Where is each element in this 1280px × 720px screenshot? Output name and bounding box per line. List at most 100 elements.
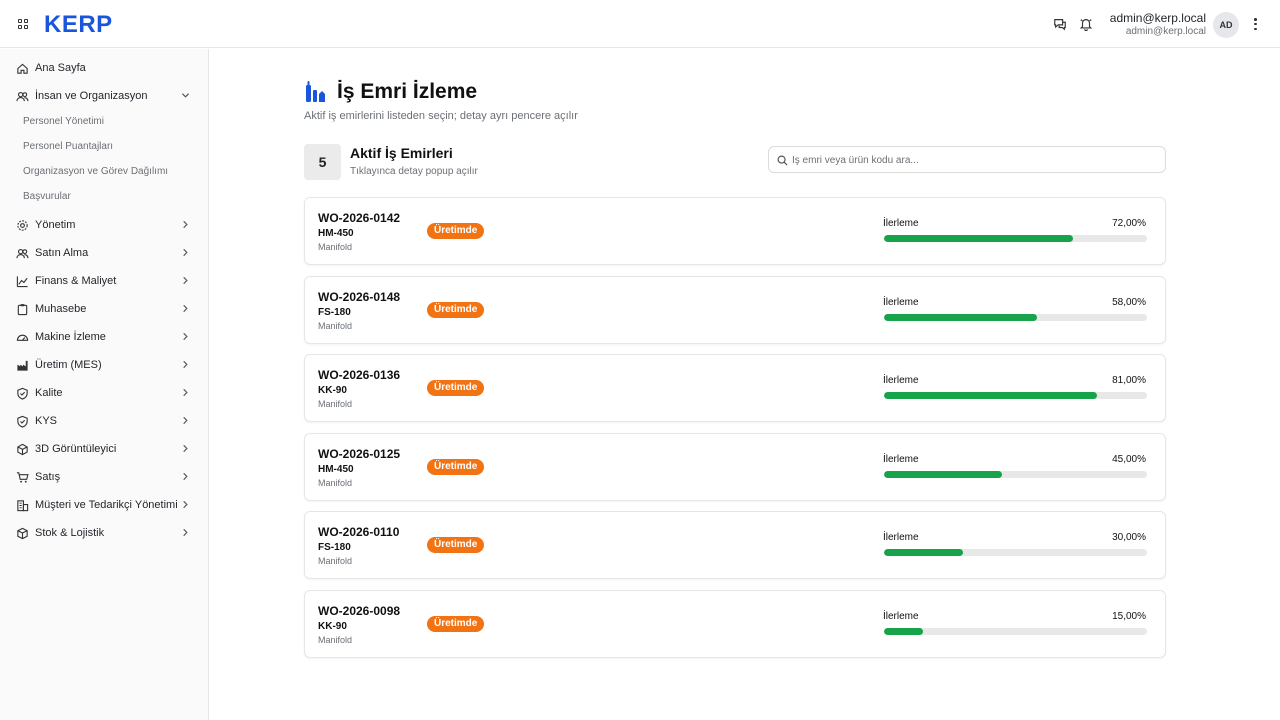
- product-type: Manifold: [318, 478, 353, 488]
- app-logo[interactable]: KERP: [44, 11, 113, 39]
- sidebar-item[interactable]: Satış: [0, 463, 208, 491]
- list-subtitle: Tıklayınca detay popup açılır: [350, 166, 478, 177]
- sidebar-subitem[interactable]: Başvurular: [23, 189, 71, 205]
- work-order-card[interactable]: WO-2026-0136 KK-90 Manifold Üretimde İlerlem…: [304, 354, 1166, 422]
- progress-label: İlerleme: [883, 375, 919, 386]
- list-title: Aktif İş Emirleri: [350, 145, 453, 161]
- sidebar: Ana Sayfa İnsan ve Organizasyon Yönetim Sat…: [0, 49, 209, 720]
- progress-value: 58,00%: [1112, 297, 1146, 308]
- sidebar-subitem[interactable]: Personel Puantajları: [23, 139, 113, 155]
- chevron-right-icon[interactable]: [181, 500, 190, 509]
- sidebar-item[interactable]: Stok & Lojistik: [0, 519, 208, 547]
- bell-icon[interactable]: [1079, 17, 1093, 31]
- progress-value: 81,00%: [1112, 375, 1146, 386]
- building-icon: [17, 499, 29, 511]
- sidebar-item-label: KYS: [35, 415, 58, 427]
- sidebar-item-label: Satın Alma: [35, 247, 89, 259]
- sidebar-item[interactable]: Makine İzleme: [0, 323, 208, 351]
- status-badge: Üretimde: [427, 537, 485, 553]
- sidebar-item[interactable]: Muhasebe: [0, 295, 208, 323]
- product-type: Manifold: [318, 556, 353, 566]
- chevron-right-icon[interactable]: [181, 304, 190, 313]
- user-email: admin@kerp.local: [1125, 26, 1206, 37]
- chevron-right-icon[interactable]: [181, 416, 190, 425]
- work-order-id: WO-2026-0110: [318, 525, 400, 539]
- work-order-card[interactable]: WO-2026-0098 KK-90 Manifold Üretimde İlerlem…: [304, 590, 1166, 658]
- progress-bar-fill: [884, 471, 1003, 478]
- sidebar-item-label: 3D Görüntüleyici: [35, 443, 117, 455]
- grid-icon[interactable]: [18, 19, 28, 29]
- progress-bar-fill: [884, 314, 1037, 321]
- sidebar-item[interactable]: Satın Alma: [0, 239, 208, 267]
- product-code: FS-180: [318, 542, 351, 553]
- chevron-right-icon[interactable]: [181, 220, 190, 229]
- gear-icon: [17, 219, 28, 231]
- sidebar-item[interactable]: Kalite: [0, 379, 208, 407]
- sidebar-item[interactable]: Finans & Maliyet: [0, 267, 208, 295]
- chevron-right-icon[interactable]: [181, 248, 190, 257]
- progress-bar: [884, 549, 1147, 556]
- work-order-id: WO-2026-0125: [318, 447, 401, 461]
- progress-value: 15,00%: [1112, 611, 1146, 622]
- sidebar-item-label: Müşteri ve Tedarikçi Yönetimi: [35, 499, 178, 511]
- sidebar-subitem[interactable]: Organizasyon ve Görev Dağılımı: [23, 164, 168, 180]
- sidebar-item[interactable]: İnsan ve Organizasyon: [0, 82, 208, 110]
- factory-tool-icon: [306, 81, 325, 102]
- user-info[interactable]: admin@kerp.local admin@kerp.local: [1110, 11, 1206, 38]
- shield-check-icon: [17, 387, 28, 400]
- search-input[interactable]: [792, 151, 1152, 169]
- user-name: admin@kerp.local: [1109, 11, 1206, 25]
- more-vertical-icon[interactable]: [1254, 18, 1258, 30]
- product-code: HM-450: [318, 228, 354, 239]
- avatar[interactable]: AD: [1213, 12, 1239, 38]
- work-order-id: WO-2026-0142: [318, 211, 401, 225]
- chat-icon[interactable]: [1053, 17, 1067, 31]
- chart-line-icon: [16, 275, 28, 287]
- active-count-badge: 5: [304, 144, 341, 180]
- status-badge: Üretimde: [427, 616, 485, 632]
- progress-value: 30,00%: [1112, 532, 1146, 543]
- sidebar-subitem[interactable]: Personel Yönetimi: [23, 114, 104, 130]
- search-box: [768, 146, 1166, 173]
- sidebar-item[interactable]: Müşteri ve Tedarikçi Yönetimi: [0, 491, 208, 519]
- work-order-id: WO-2026-0098: [318, 604, 401, 618]
- work-order-id: WO-2026-0136: [318, 368, 401, 382]
- chevron-right-icon[interactable]: [181, 472, 190, 481]
- cart-icon: [16, 471, 29, 483]
- work-order-card[interactable]: WO-2026-0148 FS-180 Manifold Üretimde İlerle…: [304, 276, 1166, 344]
- chevron-right-icon[interactable]: [181, 528, 190, 537]
- shield-check-icon: [17, 415, 28, 428]
- chevron-right-icon[interactable]: [181, 388, 190, 397]
- progress-label: İlerleme: [883, 454, 919, 465]
- product-code: FS-180: [318, 307, 351, 318]
- work-order-card[interactable]: WO-2026-0142 HM-450 Manifold Üretimde İlerle…: [304, 197, 1166, 265]
- product-code: KK-90: [318, 385, 347, 396]
- sidebar-item-label: Satış: [35, 471, 61, 483]
- work-order-card[interactable]: WO-2026-0125 HM-450 Manifold Üretimde İlerle…: [304, 433, 1166, 501]
- sidebar-item[interactable]: Üretim (MES): [0, 351, 208, 379]
- sidebar-item[interactable]: Ana Sayfa: [0, 54, 208, 82]
- work-order-card[interactable]: WO-2026-0110 FS-180 Manifold Üretimde İlerle…: [304, 511, 1166, 579]
- sidebar-item-label: Stok & Lojistik: [35, 527, 105, 539]
- sidebar-item[interactable]: 3D Görüntüleyici: [0, 435, 208, 463]
- chevron-right-icon[interactable]: [181, 276, 190, 285]
- sidebar-item[interactable]: Yönetim: [0, 211, 208, 239]
- sidebar-item-label: Muhasebe: [35, 303, 87, 315]
- progress-bar: [884, 314, 1147, 321]
- chevron-right-icon[interactable]: [181, 444, 190, 453]
- chevron-right-icon[interactable]: [181, 360, 190, 369]
- factory-icon: [17, 360, 28, 371]
- progress-bar-fill: [884, 549, 963, 556]
- sidebar-item-label: İnsan ve Organizasyon: [35, 90, 148, 102]
- cube-icon: [17, 443, 28, 455]
- progress-bar: [884, 392, 1147, 399]
- progress-label: İlerleme: [883, 218, 919, 229]
- status-badge: Üretimde: [427, 459, 485, 475]
- chevron-down-icon[interactable]: [181, 91, 190, 100]
- clipboard-icon: [17, 303, 28, 315]
- sidebar-item[interactable]: KYS: [0, 407, 208, 435]
- gauge-icon: [16, 334, 29, 341]
- progress-bar: [884, 628, 1147, 635]
- chevron-right-icon[interactable]: [181, 332, 190, 341]
- sidebar-item-label: Finans & Maliyet: [35, 275, 117, 287]
